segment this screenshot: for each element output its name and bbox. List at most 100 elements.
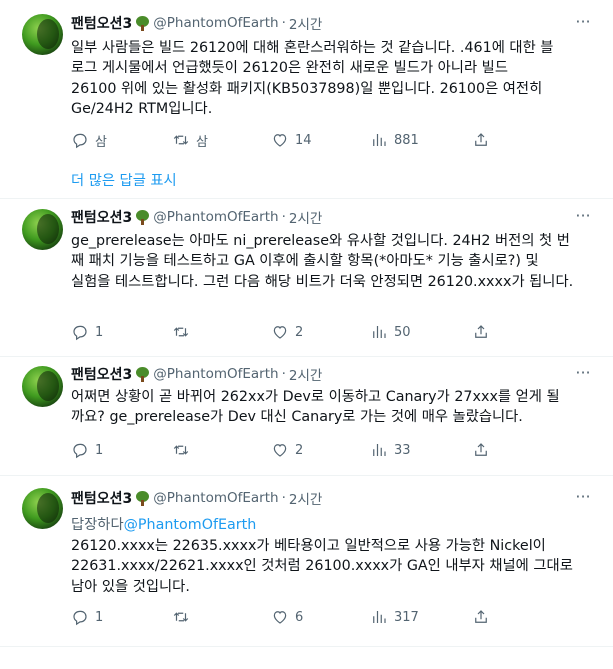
divider (0, 646, 613, 647)
tweet-text: 일부 사람들은 빌드 26120에 대해 혼란스러워하는 것 같습니다. .46… (71, 38, 591, 119)
tweet-text-line: 남아 있을 것입니다. (71, 578, 190, 595)
retweet-arrows-icon (173, 612, 189, 622)
user-handle[interactable]: @PhantomOfEarth (153, 366, 278, 382)
share-upload-icon (475, 610, 487, 623)
reply-label: 삼 (95, 134, 107, 150)
views-bar-chart-icon (373, 134, 386, 146)
reply-bubble-icon (73, 443, 87, 459)
tweet-time[interactable]: 2시간 (289, 488, 322, 508)
view-count: 317 (394, 609, 419, 625)
tweet-text: ge_prerelease는 아마도 ni_prerelease와 유사할 것입… (71, 231, 591, 292)
tweet-header: 팬텀오션3 @PhantomOfEarth · 2시간 (71, 207, 322, 227)
more-dots-icon[interactable]: ··· (573, 489, 593, 507)
avatar[interactable] (22, 209, 63, 250)
like-count: 2 (295, 442, 304, 458)
like-button[interactable]: 2 (271, 322, 303, 342)
tweet-text: 26120.xxxx는 22635.xxxx가 베타용이고 일반적으로 사용 가… (71, 536, 591, 597)
tweet-text-line: 일부 사람들은 빌드 26120에 대해 혼란스러워하는 것 같습니다. .46… (71, 40, 554, 56)
show-more-replies-link[interactable]: 더 많은 답글 표시 (71, 169, 177, 190)
replying-to: 답장하다@PhantomOfEarth (71, 513, 256, 534)
reply-bubble-icon (73, 325, 87, 341)
divider (0, 356, 613, 357)
reply-button[interactable]: 1 (71, 607, 103, 627)
views-button[interactable]: 50 (370, 322, 411, 342)
retweet-arrows-icon (173, 135, 189, 145)
views-button[interactable]: 881 (370, 130, 419, 150)
tweet-text-line: 26100 위에 있는 활성화 패키지(KB5037898)일 뿐입니다. 26… (71, 80, 543, 97)
tweet-header: 팬텀오션3 @PhantomOfEarth · 2시간 (71, 13, 322, 33)
views-bar-chart-icon (373, 444, 386, 456)
more-dots-icon[interactable]: ··· (573, 365, 593, 383)
share-button[interactable] (472, 607, 490, 627)
tweet-text-line: 22631.xxxx/22621.xxxx인 것처럼 26100.xxxx가 G… (71, 558, 573, 575)
views-bar-chart-icon (373, 326, 386, 338)
tweet-header: 팬텀오션3 @PhantomOfEarth · 2시간 (71, 364, 322, 384)
views-bar-chart-icon (373, 611, 386, 623)
retweet-arrows-icon (173, 327, 189, 337)
separator-dot: · (281, 15, 286, 31)
views-button[interactable]: 317 (370, 607, 419, 627)
avatar[interactable] (22, 488, 63, 529)
share-button[interactable] (472, 440, 490, 460)
tree-emoji-icon (135, 366, 150, 382)
heart-icon (273, 134, 287, 147)
retweet-button[interactable] (172, 322, 196, 342)
tweet-text-line: 실험을 테스트합니다. 그런 다음 해당 비트가 더욱 안정되면 26120.x… (71, 273, 574, 290)
like-count: 6 (295, 609, 304, 625)
tweet-time[interactable]: 2시간 (289, 364, 322, 384)
avatar[interactable] (22, 14, 63, 55)
display-name[interactable]: 팬텀오션3 (71, 13, 132, 33)
reply-button[interactable]: 삼 (71, 130, 107, 150)
tweet-time[interactable]: 2시간 (289, 207, 322, 227)
reply-button[interactable]: 1 (71, 440, 103, 460)
retweet-button[interactable] (172, 607, 196, 627)
share-upload-icon (475, 443, 487, 456)
tweet-actions: 삼 삼 14 881 (71, 130, 591, 150)
reply-button[interactable]: 1 (71, 322, 103, 342)
retweet-label: 삼 (196, 134, 208, 150)
like-button[interactable]: 2 (271, 440, 303, 460)
view-count: 50 (394, 324, 411, 340)
tweet-text-line: Ge/24H2 RTM입니다. (71, 100, 213, 117)
tweet-text-line: 로그 게시물에서 언급했듯이 26120은 완전히 새로운 빌드가 아니라 빌드 (71, 60, 508, 77)
share-button[interactable] (472, 130, 490, 150)
tweet-text-line: 째 패치 기능을 테스트하고 GA 이후에 출시할 항목(*아마도* 기능 출시… (71, 253, 539, 270)
more-dots-icon[interactable]: ··· (573, 14, 593, 32)
mention-link[interactable]: @PhantomOfEarth (124, 517, 257, 533)
share-upload-icon (475, 133, 487, 146)
user-handle[interactable]: @PhantomOfEarth (153, 209, 278, 225)
tweet-text: 어쩌면 상황이 곧 바뀌어 262xx가 Dev로 이동하고 Canary가 2… (71, 387, 591, 428)
view-count: 33 (394, 442, 411, 458)
reply-count: 1 (95, 324, 104, 340)
views-button[interactable]: 33 (370, 440, 411, 460)
reply-count: 1 (95, 442, 104, 458)
retweet-button[interactable]: 삼 (172, 130, 208, 150)
user-handle[interactable]: @PhantomOfEarth (153, 490, 278, 506)
replying-to-label: 답장하다 (71, 517, 124, 533)
heart-icon (273, 326, 287, 339)
tweet-time[interactable]: 2시간 (289, 13, 322, 33)
display-name[interactable]: 팬텀오션3 (71, 488, 132, 508)
separator-dot: · (281, 366, 286, 382)
like-button[interactable]: 6 (271, 607, 303, 627)
display-name[interactable]: 팬텀오션3 (71, 207, 132, 227)
separator-dot: · (281, 490, 286, 506)
heart-icon (273, 611, 287, 624)
reply-count: 1 (95, 609, 104, 625)
like-button[interactable]: 14 (271, 130, 312, 150)
share-upload-icon (475, 325, 487, 338)
tweet-text-line: 까요? ge_prerelease가 Dev 대신 Canary로 가는 것에 … (71, 409, 523, 426)
avatar[interactable] (22, 366, 63, 407)
more-dots-icon[interactable]: ··· (573, 208, 593, 226)
display-name[interactable]: 팬텀오션3 (71, 364, 132, 384)
user-handle[interactable]: @PhantomOfEarth (153, 15, 278, 31)
reply-bubble-icon (73, 133, 87, 149)
view-count: 881 (394, 132, 419, 148)
share-button[interactable] (472, 322, 490, 342)
tree-emoji-icon (135, 490, 150, 506)
retweet-button[interactable] (172, 440, 196, 460)
tweet-actions: 1 2 33 (71, 440, 591, 460)
retweet-arrows-icon (173, 445, 189, 455)
tweet-actions: 1 6 317 (71, 607, 591, 627)
tree-emoji-icon (135, 209, 150, 225)
